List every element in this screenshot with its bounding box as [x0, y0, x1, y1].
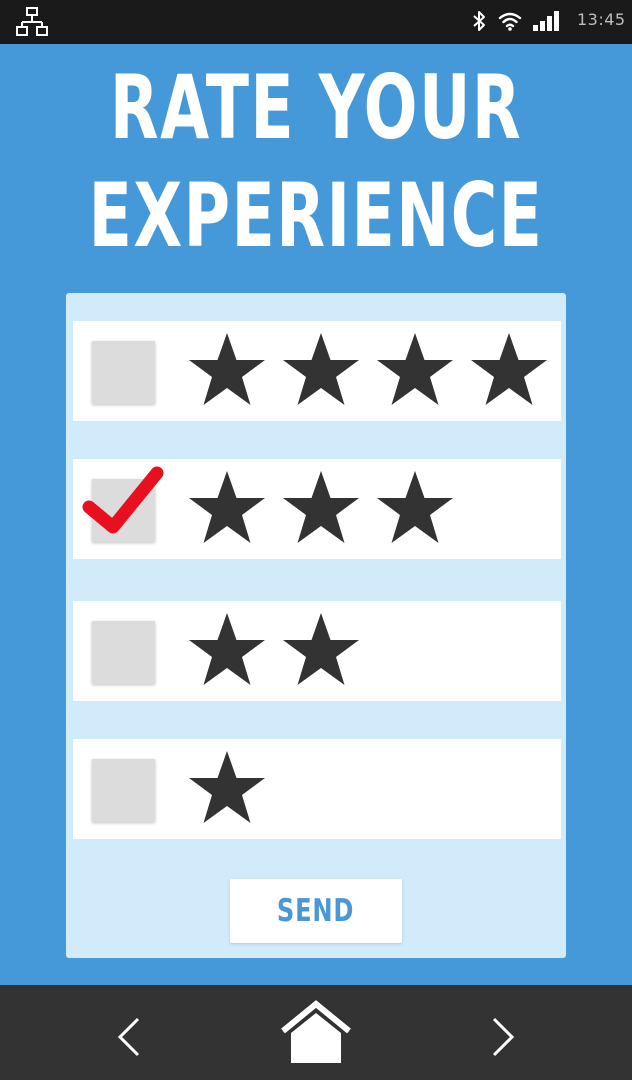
star-icon: [185, 329, 269, 413]
rating-card: SEND: [66, 293, 566, 958]
checkbox-2-stars[interactable]: [92, 621, 155, 684]
bluetooth-icon: [473, 11, 485, 31]
send-button[interactable]: SEND: [230, 879, 402, 943]
signal-icon: [533, 11, 559, 31]
nav-bar: [0, 985, 632, 1080]
home-icon[interactable]: [280, 999, 352, 1065]
star-icon: [373, 329, 457, 413]
back-arrow-icon[interactable]: [112, 1015, 148, 1059]
rating-option-2-stars[interactable]: [73, 601, 561, 701]
forward-arrow-icon[interactable]: [484, 1015, 520, 1059]
star-icon: [279, 609, 363, 693]
network-icon: [16, 7, 48, 36]
checkmark-icon: [82, 466, 164, 534]
rating-option-3-stars[interactable]: [73, 459, 561, 559]
star-icon: [185, 609, 269, 693]
star-group-3: [185, 467, 467, 551]
rating-option-4-stars[interactable]: [73, 321, 561, 421]
star-icon: [185, 467, 269, 551]
star-icon: [279, 467, 363, 551]
clock: 13:45: [577, 10, 626, 29]
send-label: SEND: [277, 893, 355, 929]
star-group-2: [185, 609, 373, 693]
rating-option-1-star[interactable]: [73, 739, 561, 839]
checkbox-1-star[interactable]: [92, 759, 155, 822]
status-bar: 13:45: [0, 0, 632, 44]
star-icon: [185, 747, 269, 831]
star-icon: [279, 329, 363, 413]
page-title-line-1: RATE YOUR: [109, 56, 523, 159]
checkbox-4-stars[interactable]: [92, 341, 155, 404]
page-title-line-2: EXPERIENCE: [88, 164, 544, 267]
star-icon: [467, 329, 551, 413]
wifi-icon: [498, 12, 522, 31]
star-group-4: [185, 329, 561, 413]
star-group-1: [185, 747, 279, 831]
star-icon: [373, 467, 457, 551]
